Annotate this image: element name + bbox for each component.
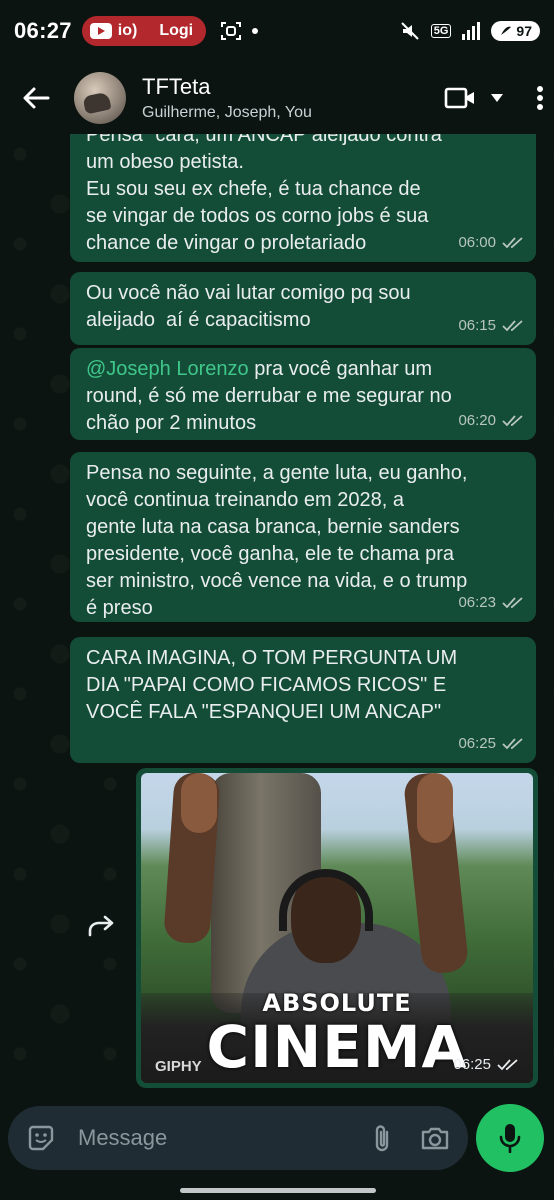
battery-level: 97: [516, 23, 532, 39]
read-ticks-icon: [502, 319, 523, 331]
message-time: 06:25: [458, 735, 496, 752]
gif-leg-left: [181, 773, 217, 833]
microphone-icon: [499, 1124, 521, 1153]
message-text: CARA IMAGINA, O TOM PERGUNTA UM DIA "PAP…: [86, 647, 458, 723]
message-text: Pensa "cara, um ANCAP aleijado contra um…: [86, 134, 442, 254]
chat-header: TFTeta Guilherme, Joseph, You: [0, 62, 554, 134]
forward-icon: [88, 915, 114, 937]
mute-icon: [401, 22, 419, 40]
message-time: 06:23: [458, 594, 496, 611]
message-bubble[interactable]: CARA IMAGINA, O TOM PERGUNTA UM DIA "PAP…: [70, 637, 536, 763]
mention-link[interactable]: @Joseph Lorenzo: [86, 358, 249, 380]
media-playing-pill[interactable]: io) Logi: [81, 16, 206, 46]
screenshot-icon: [220, 22, 241, 40]
gif-leg-right: [417, 773, 453, 843]
signal-icon: [462, 22, 481, 40]
chat-messages[interactable]: Pensa "cara, um ANCAP aleijado contra um…: [0, 134, 554, 1094]
message-bubble[interactable]: Pensa no seguinte, a gente luta, eu ganh…: [70, 452, 536, 622]
sticker-emoji-icon[interactable]: [26, 1123, 56, 1153]
youtube-icon: [89, 23, 112, 39]
message-bubble[interactable]: Pensa "cara, um ANCAP aleijado contra um…: [70, 134, 536, 262]
message-text: Pensa no seguinte, a gente luta, eu ganh…: [86, 462, 468, 619]
message-bubble[interactable]: Ou você não vai lutar comigo pq sou alei…: [70, 272, 536, 345]
video-call-button[interactable]: [444, 86, 476, 110]
read-ticks-icon: [502, 596, 523, 608]
media-label-2: Logi: [159, 22, 194, 39]
read-ticks-icon: [502, 737, 523, 749]
forward-button[interactable]: [84, 908, 120, 944]
caret-down-icon: [491, 94, 503, 102]
call-options-dropdown[interactable]: [490, 93, 504, 103]
media-label: io): [117, 22, 138, 39]
group-members: Guilherme, Joseph, You: [142, 104, 312, 121]
status-bar: 06:27 io) Logi 5G 97: [0, 0, 554, 62]
battery-indicator: 97: [491, 21, 540, 41]
message-text: @Joseph Lorenzo pra você ganhar um round…: [86, 356, 520, 437]
giphy-label: GIPHY: [155, 1058, 202, 1075]
group-avatar[interactable]: [74, 72, 126, 124]
group-name: TFTeta: [142, 74, 211, 99]
camera-icon[interactable]: [420, 1125, 450, 1151]
paperclip-icon[interactable]: [372, 1123, 392, 1153]
read-ticks-icon: [502, 414, 523, 426]
message-text: Ou você não vai lutar comigo pq sou alei…: [86, 282, 411, 331]
message-input-container[interactable]: Message: [8, 1106, 468, 1170]
read-ticks-icon: [497, 1058, 518, 1070]
gif-image[interactable]: ABSOLUTE CINEMA GIPHY 06:25: [141, 773, 533, 1083]
menu-button[interactable]: [536, 85, 544, 111]
message-time: 06:15: [458, 317, 496, 334]
message-input[interactable]: Message: [78, 1125, 372, 1151]
group-info[interactable]: TFTeta Guilherme, Joseph, You: [142, 74, 312, 122]
arrow-left-icon: [23, 87, 50, 109]
status-time: 06:27: [14, 18, 72, 43]
more-vertical-icon: [537, 86, 543, 110]
gif-message-bubble[interactable]: ABSOLUTE CINEMA GIPHY 06:25: [136, 768, 538, 1088]
notification-dot-icon: [251, 28, 258, 34]
message-time: 06:25: [453, 1056, 491, 1073]
video-camera-icon: [444, 87, 474, 109]
message-bubble[interactable]: @Joseph Lorenzo pra você ganhar um round…: [70, 348, 536, 440]
read-ticks-icon: [502, 236, 523, 248]
message-composer: Message: [0, 1094, 554, 1174]
voice-message-button[interactable]: [476, 1104, 544, 1172]
battery-saver-icon: [501, 26, 512, 35]
message-time: 06:00: [458, 234, 496, 251]
back-button[interactable]: [4, 66, 68, 130]
message-time: 06:20: [458, 412, 496, 429]
gesture-nav-handle[interactable]: [180, 1188, 376, 1193]
network-type-badge: 5G: [430, 24, 452, 38]
